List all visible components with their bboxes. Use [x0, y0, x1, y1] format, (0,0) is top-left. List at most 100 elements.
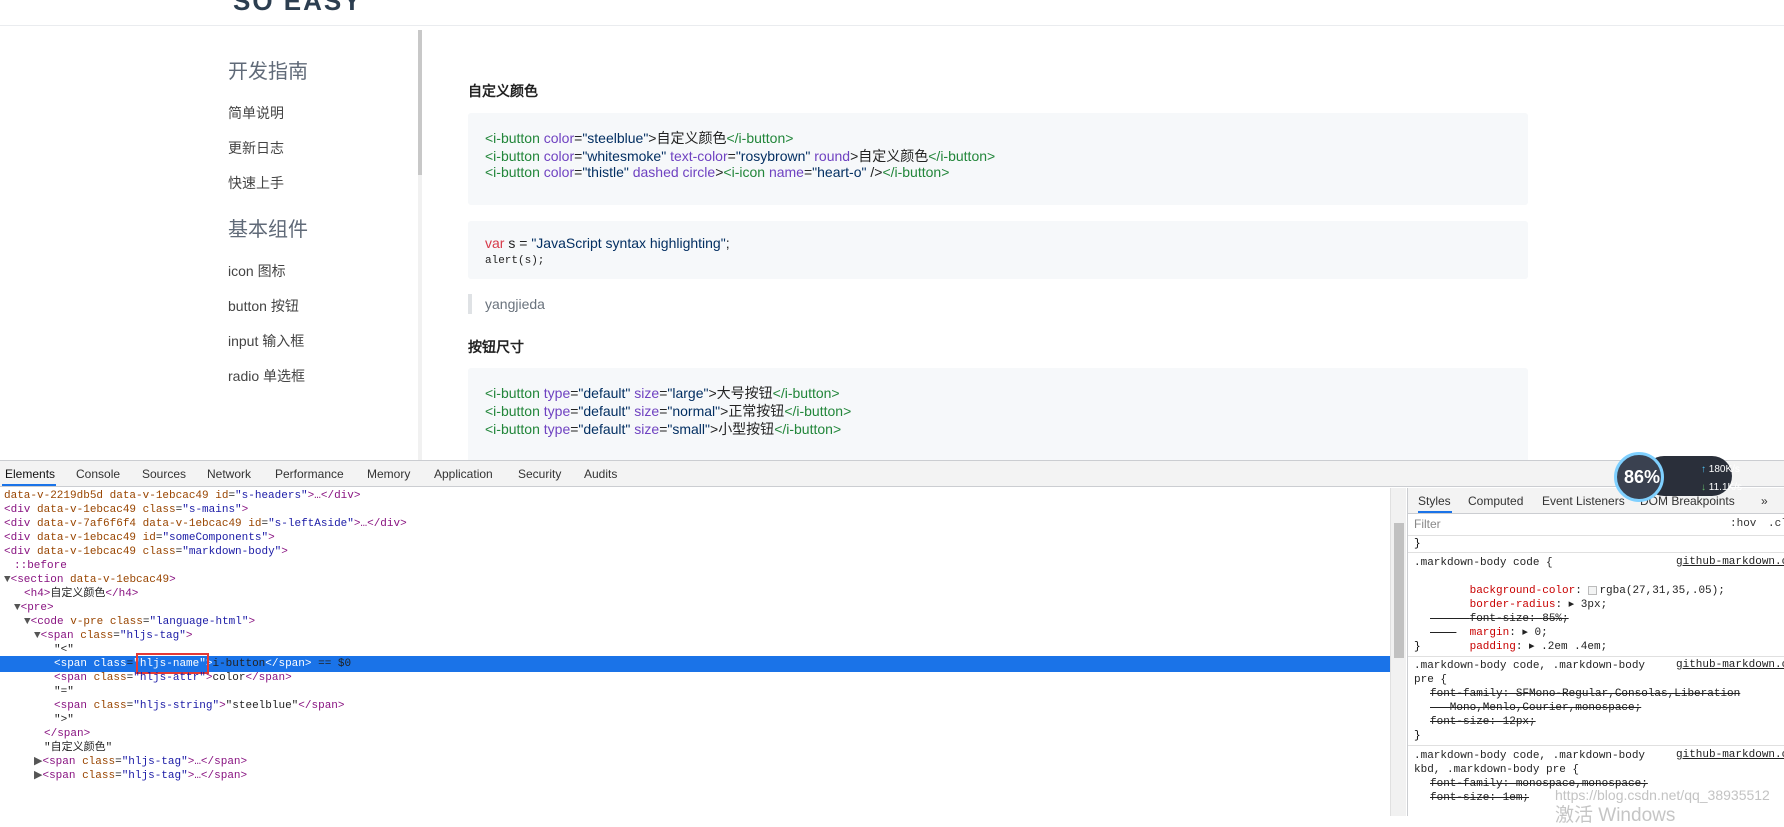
- expand-triangle-icon[interactable]: ▼: [14, 602, 21, 614]
- rule-source-link[interactable]: github-markdown.c: [1676, 556, 1784, 568]
- blockquote: yangjieda: [468, 294, 768, 314]
- code-block-html: <i-button type="default" size="large">大号…: [468, 368, 1528, 460]
- sidebar-item[interactable]: icon 图标: [228, 261, 286, 281]
- tab-network[interactable]: Network: [207, 467, 251, 481]
- sidebar-item[interactable]: input 输入框: [228, 331, 304, 351]
- tab-styles[interactable]: Styles: [1418, 494, 1451, 508]
- code-token: type: [543, 385, 571, 401]
- code-token: <i-button: [485, 421, 544, 437]
- rule-close: }: [1414, 641, 1421, 653]
- code-line: <i-button color="steelblue">自定义颜色</i-but…: [485, 128, 793, 148]
- dom-token: >: [185, 630, 193, 642]
- code-line: alert(s);: [485, 255, 545, 267]
- dom-token: i-button: [212, 658, 266, 670]
- elements-scrollbar[interactable]: [1390, 488, 1406, 816]
- code-token: <i-icon: [723, 164, 769, 180]
- rule-source-link[interactable]: github-markdown.c: [1676, 659, 1784, 671]
- styles-filter-input[interactable]: Filter: [1414, 517, 1724, 533]
- tab-elements[interactable]: Elements: [5, 467, 55, 481]
- memory-percent: 86%: [1623, 467, 1661, 487]
- code-token: </i-button>: [928, 148, 996, 164]
- expand-triangle-icon[interactable]: ▼: [24, 616, 31, 628]
- tab-computed[interactable]: Computed: [1468, 494, 1523, 508]
- dom-token: </span>: [298, 700, 345, 712]
- code-line: <i-button color="thistle" dashed circle>…: [485, 164, 949, 180]
- code-token: color: [543, 164, 575, 180]
- sidebar-scrollbar[interactable]: [418, 30, 422, 460]
- dom-token: "hljs-string": [133, 700, 220, 712]
- code-token: 大号按钮: [716, 385, 773, 401]
- dom-token: class: [93, 672, 127, 684]
- code-token: =: [727, 148, 736, 164]
- dom-token: <pre>: [20, 602, 54, 614]
- styles-pane: Styles Computed Event Listeners DOM Brea…: [1407, 488, 1784, 816]
- code-token: "rosybrown": [735, 148, 811, 164]
- dom-token: class: [82, 770, 116, 782]
- dom-token: "<": [54, 644, 74, 656]
- css-property-overridden[interactable]: font-family: SFMono-Regular,Consolas,Lib…: [1430, 687, 1740, 701]
- dom-token: <section: [10, 574, 71, 586]
- tab-application[interactable]: Application: [434, 467, 493, 481]
- hover-state-toggle[interactable]: :hov: [1730, 518, 1756, 530]
- code-token: type: [543, 421, 571, 437]
- tab-security[interactable]: Security: [518, 467, 561, 481]
- elements-tree[interactable]: data-v-2219db5d data-v-1ebcac49 id = "s-he…: [0, 488, 1390, 816]
- tab-audits[interactable]: Audits: [584, 467, 617, 481]
- code-token: "whitesmoke": [582, 148, 667, 164]
- tab-memory[interactable]: Memory: [367, 467, 410, 481]
- code-token: type: [543, 403, 571, 419]
- rule-source-link[interactable]: github-markdown.c: [1676, 749, 1784, 761]
- dom-token: <div: [4, 518, 38, 530]
- code-token: size: [634, 403, 660, 419]
- expand-triangle-icon[interactable]: ▼: [34, 630, 41, 642]
- css-prop-value: rgba(27,31,35,.05);: [1599, 585, 1725, 597]
- sidebar-item[interactable]: 简单说明: [228, 103, 284, 123]
- tab-event-listeners[interactable]: Event Listeners: [1542, 494, 1625, 508]
- dom-token: <div: [4, 504, 38, 516]
- sidebar-item[interactable]: radio 单选框: [228, 366, 305, 386]
- css-property-overridden[interactable]: font-size: 1em;: [1430, 791, 1529, 805]
- tab-sources[interactable]: Sources: [142, 467, 186, 481]
- elements-scrollbar-thumb[interactable]: [1394, 523, 1404, 658]
- code-token: color: [543, 130, 575, 146]
- dom-token: color: [212, 672, 246, 684]
- dom-token: <code: [30, 616, 71, 628]
- code-token: dashed circle: [632, 164, 716, 180]
- sidebar-item[interactable]: button 按钮: [228, 296, 299, 316]
- dom-token: data-v-2219db5d data-v-1ebcac49: [4, 490, 216, 502]
- code-line: <i-button color="whitesmoke" text-color=…: [485, 146, 995, 166]
- sidebar-item[interactable]: 更新日志: [228, 138, 284, 158]
- css-property-overridden[interactable]: Mono,Menlo,Courier,monospace;: [1430, 701, 1641, 715]
- upload-arrow-icon: ↑: [1701, 464, 1706, 475]
- expand-triangle-icon[interactable]: ▼: [4, 574, 11, 586]
- css-prop-value: ▸ 3px;: [1568, 599, 1608, 611]
- code-token: round: [814, 148, 851, 164]
- dom-token: class: [93, 658, 127, 670]
- code-token: </i-button>: [882, 164, 950, 180]
- more-tabs-icon[interactable]: »: [1761, 494, 1768, 508]
- class-toggle[interactable]: .cl: [1768, 518, 1784, 530]
- tab-performance[interactable]: Performance: [275, 467, 344, 481]
- dom-token: =: [115, 770, 122, 782]
- dom-token: "someComponents": [162, 532, 269, 544]
- active-tab-indicator: [1418, 511, 1452, 513]
- section-title: 按钮尺寸: [468, 339, 524, 355]
- dom-token: <div: [4, 532, 38, 544]
- dom-node[interactable]: ▶<span class="hljs-tag">…</span>: [0, 768, 1390, 784]
- site-logo[interactable]: SO EASY: [233, 0, 363, 17]
- network-speed-widget[interactable]: ↑ 180K/s ↓ 11.1K/s 86%: [1614, 452, 1742, 502]
- code-token: </i-button>: [772, 385, 840, 401]
- code-token: size: [634, 421, 660, 437]
- sidebar-scrollbar-thumb[interactable]: [418, 30, 422, 175]
- rule-close: }: [1414, 730, 1421, 742]
- tab-console[interactable]: Console: [76, 467, 120, 481]
- dom-token: class: [80, 630, 114, 642]
- dom-token: "s-mains": [182, 504, 242, 516]
- code-line: <i-button type="default" size="large">大号…: [485, 383, 840, 403]
- sidebar-item[interactable]: 快速上手: [228, 173, 284, 193]
- css-property-overridden[interactable]: font-size: 12px;: [1430, 715, 1536, 729]
- code-line: <i-button type="default" size="normal">正…: [485, 401, 851, 421]
- styles-filter-row: Filter :hov .cl: [1408, 514, 1784, 536]
- code-token: "steelblue": [582, 130, 649, 146]
- dom-token: <span: [54, 672, 94, 684]
